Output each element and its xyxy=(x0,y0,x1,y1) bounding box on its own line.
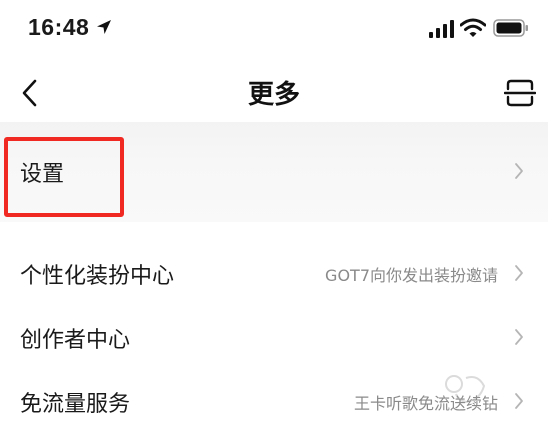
location-arrow-icon xyxy=(97,20,111,34)
list-item-label: 创作者中心 xyxy=(20,328,131,353)
battery-icon xyxy=(493,19,528,37)
list-item-label: 免流量服务 xyxy=(20,392,131,417)
list-item-value: 王卡听歌免流送续钻 xyxy=(353,394,498,413)
settings-label: 设置 xyxy=(20,162,65,187)
cellular-signal-icon xyxy=(429,20,454,38)
chevron-right-icon xyxy=(515,265,523,281)
chevron-right-icon xyxy=(515,329,523,345)
list-item-label: 个性化装扮中心 xyxy=(20,264,175,289)
wifi-icon xyxy=(460,18,486,37)
list-item-creator-center[interactable]: 创作者中心 xyxy=(0,304,548,368)
status-bar: 16:48 xyxy=(0,0,548,60)
settings-row[interactable]: 设置 xyxy=(0,122,548,222)
chevron-right-icon xyxy=(515,163,523,179)
scan-icon[interactable] xyxy=(504,78,536,108)
more-options-list: 个性化装扮中心 GOT7向你发出装扮邀请 创作者中心 免流量服务 王卡听歌免流送… xyxy=(0,240,548,432)
chevron-right-icon xyxy=(515,393,523,409)
list-item-data-free-service[interactable]: 免流量服务 王卡听歌免流送续钻 xyxy=(0,368,548,432)
navigation-bar: 更多 xyxy=(0,60,548,122)
page-title: 更多 xyxy=(247,80,300,110)
list-item-value: GOT7向你发出装扮邀请 xyxy=(325,266,498,285)
list-item-personalization-center[interactable]: 个性化装扮中心 GOT7向你发出装扮邀请 xyxy=(0,240,548,304)
status-time: 16:48 xyxy=(28,14,90,40)
